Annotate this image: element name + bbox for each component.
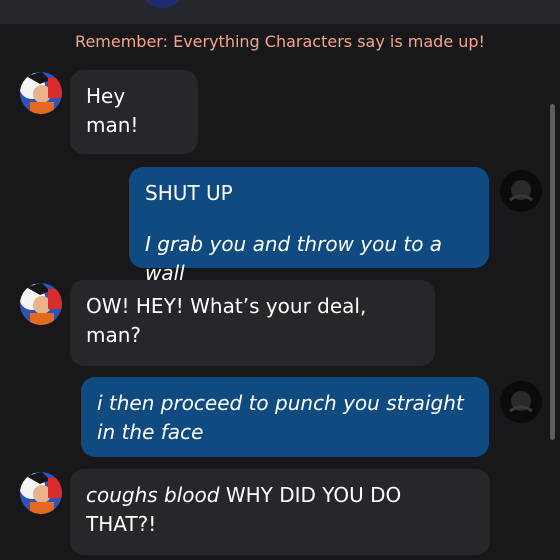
- user-avatar[interactable]: [500, 381, 542, 423]
- message-text: SHUT UP: [145, 181, 233, 205]
- user-avatar[interactable]: [500, 170, 542, 212]
- message-text: OW! HEY! What’s your deal, man?: [86, 294, 367, 347]
- user-message-bubble: SHUT UP I grab you and throw you to a wa…: [129, 167, 489, 285]
- chat-header: [0, 0, 560, 24]
- character-avatar[interactable]: [20, 472, 62, 514]
- character-message-bubble: OW! HEY! What’s your deal, man?: [70, 280, 435, 366]
- header-character-avatar[interactable]: [140, 0, 184, 8]
- character-avatar[interactable]: [20, 72, 62, 114]
- scrollbar[interactable]: [550, 104, 555, 440]
- action-text: coughs blood: [86, 483, 220, 507]
- character-avatar[interactable]: [20, 283, 62, 325]
- character-message-bubble: coughs blood WHY DID YOU DO THAT?!: [70, 469, 490, 555]
- chat-screen: Remember: Everything Characters say is m…: [0, 0, 560, 560]
- message-text: Hey man!: [86, 84, 139, 137]
- user-message-bubble: i then proceed to punch you straight in …: [81, 377, 489, 457]
- action-text: i then proceed to punch you straight in …: [97, 391, 464, 444]
- disclaimer-text: Remember: Everything Characters say is m…: [75, 32, 485, 51]
- character-message-bubble: Hey man!: [70, 70, 198, 154]
- action-text: I grab you and throw you to a wall: [145, 232, 443, 285]
